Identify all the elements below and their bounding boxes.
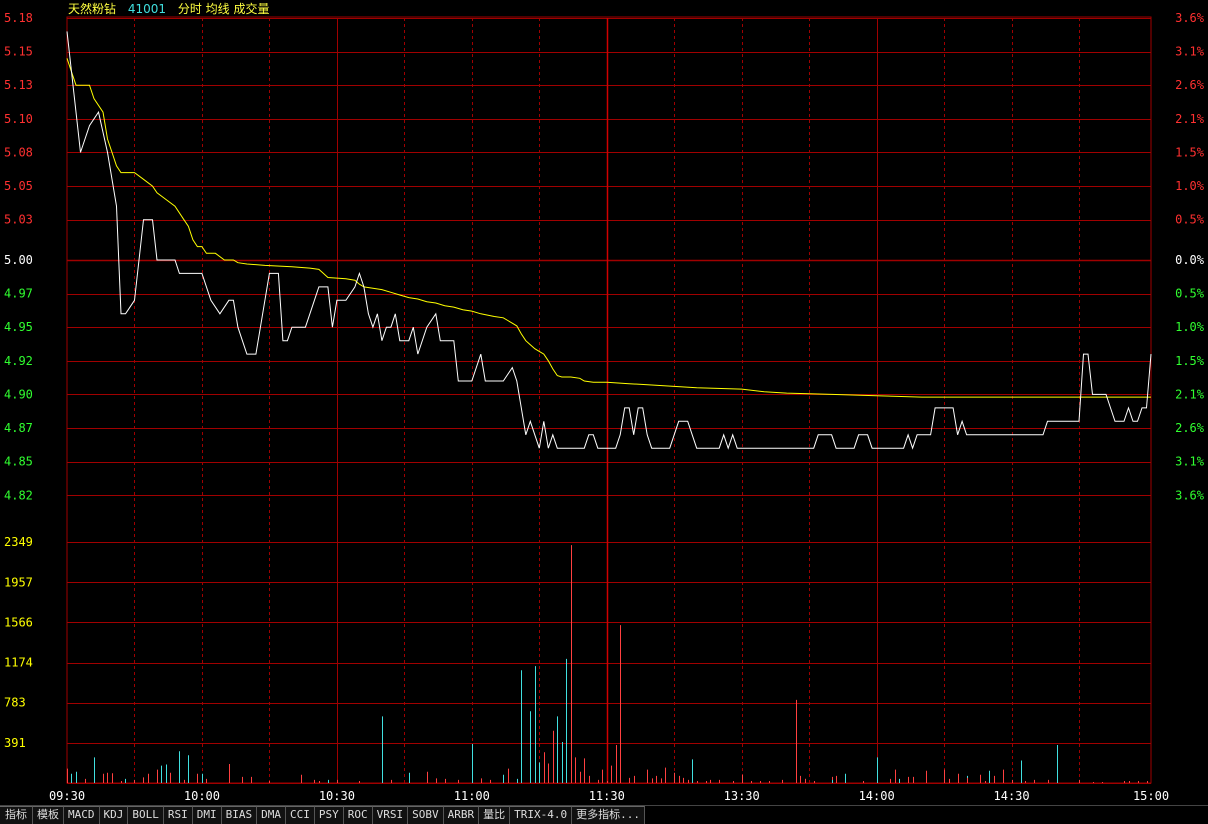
pct-tick-label: 1.0% xyxy=(1175,179,1205,193)
price-tick-label: 5.13 xyxy=(4,78,33,92)
stock-name: 天然粉钻 xyxy=(68,2,117,16)
indicator-tab[interactable]: PSY xyxy=(314,806,344,824)
price-tick-label: 4.87 xyxy=(4,421,33,435)
chart-header: 天然粉钻 41001 分时 均线 成交量 xyxy=(68,2,278,16)
price-tick-label: 5.18 xyxy=(4,11,33,25)
volume-tick-label: 1957 xyxy=(4,575,33,589)
indicator-tab[interactable]: ROC xyxy=(343,806,373,824)
chart-frame xyxy=(66,16,1152,784)
indicator-names: 分时 均线 成交量 xyxy=(177,2,270,16)
price-tick-label: 4.85 xyxy=(4,455,33,469)
pct-tick-label: 2.1% xyxy=(1175,112,1205,126)
pct-tick-label: 0.0% xyxy=(1175,253,1205,267)
pct-tick-label: 0.5% xyxy=(1175,287,1205,301)
pct-tick-label: 1.5% xyxy=(1175,145,1205,159)
volume-tick-label: 2349 xyxy=(4,535,33,549)
time-tick-label: 13:30 xyxy=(724,789,760,803)
volume-tick-label: 391 xyxy=(4,736,26,750)
time-tick-label: 15:00 xyxy=(1133,789,1169,803)
indicator-tab[interactable]: 更多指标... xyxy=(572,806,645,824)
indicator-tab[interactable]: KDJ xyxy=(99,806,129,824)
pct-tick-label: 1.0% xyxy=(1175,320,1205,334)
price-tick-label: 4.92 xyxy=(4,354,33,368)
indicator-tab[interactable]: BOLL xyxy=(128,806,164,824)
price-tick-label: 5.08 xyxy=(4,145,33,159)
price-tick-label: 4.97 xyxy=(4,287,33,301)
volume-tick-label: 1174 xyxy=(4,656,33,670)
indicator-tab[interactable]: 指标 xyxy=(0,806,33,824)
pct-tick-label: 2.6% xyxy=(1175,421,1205,435)
time-tick-label: 09:30 xyxy=(49,789,85,803)
pct-tick-label: 3.6% xyxy=(1175,11,1205,25)
indicator-tab[interactable]: BIAS xyxy=(221,806,258,824)
indicator-tab[interactable]: ARBR xyxy=(443,806,480,824)
price-tick-label: 5.03 xyxy=(4,213,33,227)
price-tick-label: 4.95 xyxy=(4,320,33,334)
time-tick-label: 11:00 xyxy=(454,789,490,803)
price-line xyxy=(66,31,1152,450)
indicator-tab[interactable]: SOBV xyxy=(408,806,444,824)
indicator-tab[interactable]: 量比 xyxy=(479,806,511,824)
pct-tick-label: 3.1% xyxy=(1175,455,1205,469)
indicator-tab[interactable]: VRSI xyxy=(372,806,409,824)
time-tick-label: 10:30 xyxy=(319,789,355,803)
stock-code: 41001 xyxy=(127,2,167,16)
indicator-tab[interactable]: DMA xyxy=(257,806,286,824)
indicator-tab-bar: 指标 模板 MACD KDJ BOLL RSI DMI BIAS DMA CCI PSY ROC VRS… xyxy=(0,805,1208,824)
pct-tick-label: 2.1% xyxy=(1175,387,1205,401)
indicator-tab[interactable]: 模板 xyxy=(33,806,64,824)
avg-price-line xyxy=(66,58,1151,398)
price-tick-label: 4.82 xyxy=(4,488,33,502)
price-tick-label: 5.00 xyxy=(4,253,33,267)
indicator-tab[interactable]: CCI xyxy=(286,806,315,824)
pct-tick-label: 3.1% xyxy=(1175,45,1205,59)
price-tick-label: 4.90 xyxy=(4,387,33,401)
time-tick-label: 14:00 xyxy=(859,789,895,803)
indicator-tab[interactable]: RSI xyxy=(163,806,193,824)
price-tick-label: 5.05 xyxy=(4,179,33,193)
pct-tick-label: 0.5% xyxy=(1175,213,1205,227)
pct-tick-label: 1.5% xyxy=(1175,354,1205,368)
time-tick-label: 11:30 xyxy=(589,789,625,803)
pct-tick-label: 2.6% xyxy=(1175,78,1205,92)
time-tick-label: 10:00 xyxy=(184,789,220,803)
indicator-tab[interactable]: TRIX-4.0 xyxy=(510,806,573,824)
price-tick-label: 5.10 xyxy=(4,112,33,126)
volume-tick-label: 783 xyxy=(4,696,26,710)
price-tick-label: 5.15 xyxy=(4,45,33,59)
indicator-tab[interactable]: DMI xyxy=(192,806,222,824)
time-tick-label: 14:30 xyxy=(994,789,1030,803)
volume-tick-label: 1566 xyxy=(4,615,33,629)
indicator-tab[interactable]: MACD xyxy=(64,806,100,824)
pct-tick-label: 3.6% xyxy=(1175,488,1205,502)
intraday-chart[interactable]: 5.18 3.6% 5.15 3.1% 5.13 2.6% 5.10 2.1% 5.08 1.5%… xyxy=(0,0,1208,805)
